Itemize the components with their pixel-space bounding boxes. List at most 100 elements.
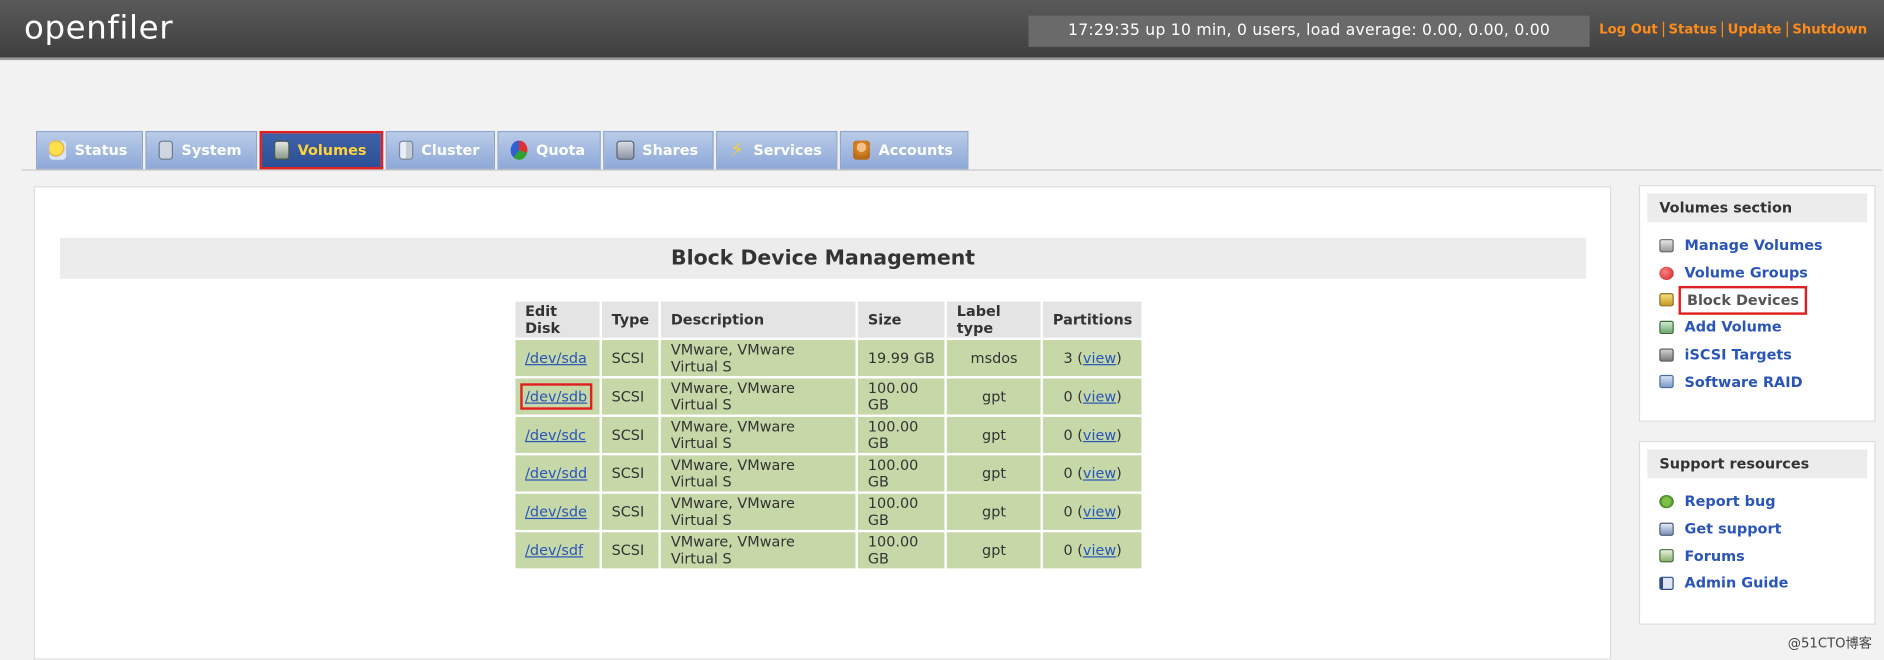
view-partitions-link[interactable]: view: [1083, 427, 1116, 444]
page-title: Block Device Management: [671, 246, 976, 271]
tab-cluster[interactable]: Cluster: [385, 130, 496, 170]
table-row: /dev/sdc SCSI VMware, VMware Virtual S 1…: [515, 416, 1142, 453]
support-resources-list: Report bug Get support Forums Admin Guid…: [1640, 488, 1874, 597]
main-tabs: Status System Volumes Cluster Quota Shar…: [36, 130, 971, 171]
support-resources-box: Support resources Report bug Get support…: [1638, 440, 1876, 625]
table-row: /dev/sdb SCSI VMware, VMware Virtual S 1…: [515, 378, 1142, 415]
disk-icon: [273, 140, 290, 160]
description-cell: VMware, VMware Virtual S: [661, 340, 856, 377]
tab-label: Quota: [536, 141, 586, 159]
sidebar-item-label[interactable]: Add Volume: [1685, 319, 1782, 336]
tab-quota[interactable]: Quota: [497, 130, 601, 170]
view-partitions-link[interactable]: view: [1083, 350, 1116, 367]
tab-label: Accounts: [878, 141, 953, 159]
edit-disk-link[interactable]: /dev/sdb: [520, 383, 592, 410]
tab-label: Status: [74, 141, 128, 159]
sidebar-item-label[interactable]: Software RAID: [1685, 373, 1803, 390]
bug-icon: [1659, 494, 1674, 509]
tab-services[interactable]: ⚡ Services: [716, 130, 838, 170]
partition-count: 0: [1063, 464, 1073, 482]
sidebar-item-admin-guide[interactable]: Admin Guide: [1659, 570, 1874, 597]
weather-icon: [49, 140, 67, 160]
view-partitions-link[interactable]: view: [1083, 465, 1116, 482]
tab-label: Shares: [642, 141, 699, 159]
label-type-cell: gpt: [947, 493, 1041, 530]
logout-link[interactable]: Log Out: [1594, 22, 1662, 38]
description-cell: VMware, VMware Virtual S: [661, 378, 856, 415]
sidebar-item-iscsi-targets[interactable]: iSCSI Targets: [1659, 341, 1874, 368]
tab-volumes[interactable]: Volumes: [259, 130, 384, 170]
sidebar-item-label[interactable]: Get support: [1685, 520, 1782, 537]
type-cell: SCSI: [601, 416, 659, 453]
support-icon: [1659, 522, 1674, 536]
partitions-cell: 3 (view): [1043, 340, 1142, 377]
edit-disk-link[interactable]: /dev/sdf: [525, 542, 583, 559]
label-type-cell: gpt: [947, 532, 1041, 569]
table-row: /dev/sda SCSI VMware, VMware Virtual S 1…: [515, 340, 1142, 377]
size-cell: 100.00 GB: [858, 378, 945, 415]
monitor-icon: [158, 140, 174, 160]
size-cell: 100.00 GB: [858, 455, 945, 492]
tab-label: Cluster: [421, 141, 480, 159]
tab-system[interactable]: System: [145, 130, 258, 170]
sidebar-item-label[interactable]: Report bug: [1685, 493, 1776, 510]
partitions-cell: 0 (view): [1043, 455, 1142, 492]
edit-disk-link[interactable]: /dev/sdd: [525, 465, 587, 482]
size-cell: 100.00 GB: [858, 493, 945, 530]
partition-count: 0: [1063, 426, 1073, 444]
partitions-cell: 0 (view): [1043, 416, 1142, 453]
drive-icon: [1659, 238, 1674, 253]
shutdown-link[interactable]: Shutdown: [1788, 22, 1872, 38]
description-cell: VMware, VMware Virtual S: [661, 532, 856, 569]
book-icon: [1659, 576, 1674, 590]
table-row: /dev/sdd SCSI VMware, VMware Virtual S 1…: [515, 455, 1142, 492]
raid-icon: [1659, 375, 1674, 389]
view-partitions-link[interactable]: view: [1083, 503, 1116, 520]
edit-disk-link[interactable]: /dev/sde: [525, 503, 587, 520]
view-partitions-link[interactable]: view: [1083, 542, 1116, 559]
volumes-section-title: Volumes section: [1647, 193, 1868, 223]
sidebar-item-forums[interactable]: Forums: [1659, 542, 1874, 569]
table-row: /dev/sde SCSI VMware, VMware Virtual S 1…: [515, 493, 1142, 530]
tab-status[interactable]: Status: [36, 130, 143, 170]
status-link[interactable]: Status: [1664, 22, 1722, 38]
type-cell: SCSI: [601, 532, 659, 569]
size-cell: 100.00 GB: [858, 416, 945, 453]
sidebar-item-label[interactable]: Forums: [1685, 548, 1745, 565]
type-cell: SCSI: [601, 378, 659, 415]
tab-shares[interactable]: Shares: [603, 130, 714, 170]
partitions-cell: 0 (view): [1043, 493, 1142, 530]
watermark: @51CTO博客: [1787, 635, 1872, 652]
sidebar-item-add-volume[interactable]: Add Volume: [1659, 314, 1874, 341]
top-header: openfiler 17:29:35 up 10 min, 0 users, l…: [0, 0, 1884, 61]
edit-disk-link[interactable]: /dev/sda: [525, 350, 587, 367]
description-cell: VMware, VMware Virtual S: [661, 455, 856, 492]
partition-count: 0: [1063, 503, 1073, 521]
sidebar-item-report-bug[interactable]: Report bug: [1659, 488, 1874, 515]
view-partitions-link[interactable]: view: [1083, 388, 1116, 405]
sidebar-item-label[interactable]: Block Devices: [1678, 285, 1808, 315]
description-cell: VMware, VMware Virtual S: [661, 416, 856, 453]
sidebar-item-volume-groups[interactable]: Volume Groups: [1659, 259, 1874, 286]
iscsi-icon: [1659, 347, 1674, 362]
sidebar-item-block-devices[interactable]: Block Devices: [1659, 285, 1874, 315]
sidebar-item-label[interactable]: Manage Volumes: [1685, 237, 1823, 254]
sidebar-item-label[interactable]: Volume Groups: [1685, 264, 1808, 281]
forum-icon: [1659, 549, 1674, 563]
sidebar-item-get-support[interactable]: Get support: [1659, 515, 1874, 542]
page-title-bar: Block Device Management: [60, 237, 1587, 279]
sidebar-item-label[interactable]: Admin Guide: [1685, 575, 1789, 592]
sidebar-item-label[interactable]: iSCSI Targets: [1685, 346, 1792, 363]
tab-accounts[interactable]: Accounts: [839, 130, 969, 170]
partition-count: 0: [1063, 541, 1073, 559]
block-device-table: Edit Disk Type Description Size Label ty…: [513, 299, 1144, 571]
user-icon: [853, 140, 871, 160]
size-cell: 19.99 GB: [858, 340, 945, 377]
update-link[interactable]: Update: [1723, 22, 1786, 38]
sidebar-item-software-raid[interactable]: Software RAID: [1659, 368, 1874, 395]
edit-disk-link[interactable]: /dev/sdc: [525, 427, 586, 444]
main-panel: Block Device Management Edit Disk Type D…: [33, 186, 1612, 660]
type-cell: SCSI: [601, 455, 659, 492]
volumes-section-box: Volumes section Manage Volumes Volume Gr…: [1638, 185, 1876, 422]
sidebar-item-manage-volumes[interactable]: Manage Volumes: [1659, 232, 1874, 259]
